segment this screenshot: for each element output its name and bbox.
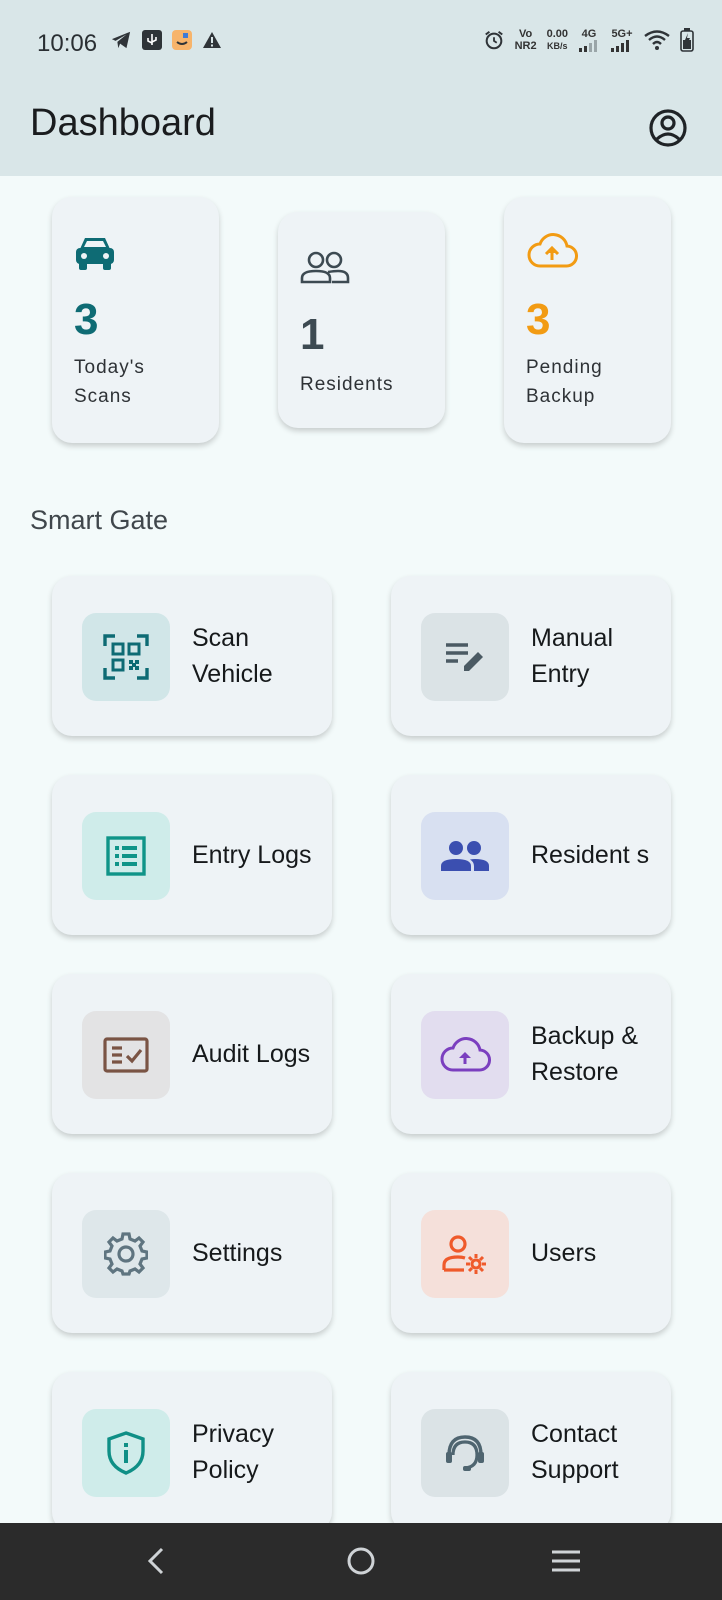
stat-value: 1 [300, 310, 325, 359]
tile-icon-box [421, 1409, 509, 1497]
signal-bars-icon [579, 40, 597, 52]
signal-sim1: 4G [578, 28, 600, 52]
stat-label: Today's Scans [74, 357, 145, 407]
manual-entry-tile[interactable]: Manual Entry [391, 576, 671, 736]
stat-card-residents: 1 Residents [278, 212, 445, 428]
volte-indicator: Vo NR2 [514, 28, 537, 52]
signal-sim2: 5G+ [610, 28, 634, 52]
tile-label: Users [531, 1239, 597, 1267]
tile-label: Contact Support [531, 1420, 619, 1484]
recents-button[interactable] [546, 1541, 586, 1581]
group-icon [300, 250, 350, 291]
back-icon [147, 1547, 164, 1575]
stat-value: 3 [526, 295, 551, 344]
stat-label: Residents [300, 374, 394, 395]
page-title: Dashboard [30, 102, 216, 144]
menu-icon [552, 1550, 580, 1572]
system-status-icons: Vo NR2 0.00 KB/s 4G 5G+ [483, 28, 694, 52]
profile-button[interactable] [646, 106, 690, 150]
settings-tile[interactable]: Settings [52, 1173, 332, 1333]
shield-info-icon [107, 1431, 145, 1475]
audit-logs-tile[interactable]: Audit Logs [52, 974, 332, 1134]
tile-icon-box [421, 613, 509, 701]
warning-icon [202, 31, 222, 49]
tile-icon-box [421, 812, 509, 900]
tile-icon-box [82, 613, 170, 701]
tile-label: Resident s [531, 841, 650, 869]
tile-label: Scan Vehicle [192, 624, 273, 688]
cloud-upload-icon [526, 233, 578, 274]
battery-charging-icon [680, 28, 694, 52]
contact-support-tile[interactable]: Contact Support [391, 1372, 671, 1532]
car-icon [74, 235, 116, 278]
gear-icon [104, 1232, 148, 1276]
stat-card-pending-backup: 3 Pending Backup [504, 197, 671, 443]
entry-logs-tile[interactable]: Entry Logs [52, 775, 332, 935]
stat-value: 3 [74, 295, 99, 344]
wifi-icon [644, 30, 670, 50]
system-nav-bar [0, 1523, 722, 1600]
back-button[interactable] [136, 1541, 176, 1581]
amazon-app-icon [172, 30, 192, 50]
tile-icon-box [82, 1409, 170, 1497]
network-speed: 0.00 KB/s [546, 28, 568, 51]
home-button[interactable] [341, 1541, 381, 1581]
notification-icons [110, 30, 222, 50]
residents-tile[interactable]: Resident s [391, 775, 671, 935]
tile-icon-box [82, 812, 170, 900]
account-circle-icon [649, 109, 687, 147]
list-alt-icon [106, 836, 146, 876]
scan-vehicle-tile[interactable]: Scan Vehicle [52, 576, 332, 736]
app-bar: Dashboard [0, 86, 722, 176]
tile-label: Audit Logs [192, 1040, 311, 1068]
qr-scan-icon [103, 634, 149, 680]
section-title: Smart Gate [30, 505, 169, 535]
stat-label: Pending Backup [526, 357, 603, 407]
support-agent-icon [446, 1435, 484, 1471]
people-icon [441, 841, 489, 871]
cloud-upload-icon [440, 1037, 491, 1072]
tile-icon-box [421, 1011, 509, 1099]
telegram-icon [110, 30, 132, 50]
status-bar: 10:06 Vo NR2 0.00 KB/s 4G 5G+ [0, 0, 722, 86]
privacy-policy-tile[interactable]: Privacy Policy [52, 1372, 332, 1532]
users-tile[interactable]: Users [391, 1173, 671, 1333]
usb-icon [142, 30, 162, 50]
stat-card-todays-scans: 3 Today's Scans [52, 197, 219, 443]
tile-label: Backup & Restore [531, 1022, 639, 1086]
fact-check-icon [103, 1037, 149, 1073]
manage-accounts-icon [442, 1235, 486, 1274]
tile-label: Settings [192, 1239, 283, 1267]
status-time: 10:06 [37, 30, 98, 57]
tile-label: Privacy Policy [192, 1420, 274, 1484]
alarm-icon [483, 29, 505, 51]
tile-label: Manual Entry [531, 624, 613, 688]
backup-restore-tile[interactable]: Backup & Restore [391, 974, 671, 1134]
signal-bars-icon [611, 40, 629, 52]
tile-icon-box [82, 1210, 170, 1298]
tile-label: Entry Logs [192, 841, 312, 869]
home-circle-icon [347, 1547, 375, 1575]
tile-icon-box [82, 1011, 170, 1099]
tile-icon-box [421, 1210, 509, 1298]
edit-note-icon [446, 643, 483, 671]
